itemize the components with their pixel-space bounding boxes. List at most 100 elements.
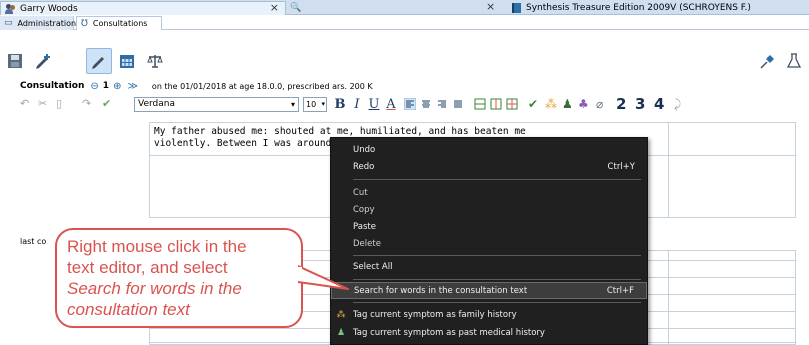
administration-icon: ▭ <box>4 18 13 28</box>
menu-item-copy[interactable]: Copy <box>331 201 647 218</box>
redo-icon[interactable]: ↷ <box>82 97 91 110</box>
family-history-icon: ⁂ <box>336 309 346 320</box>
patient-sub-tab-bar: ▭ Administration ℧ Consultations <box>0 16 809 30</box>
close-icon[interactable]: × <box>486 0 495 13</box>
menu-separator <box>353 255 641 256</box>
heading-4-button[interactable]: 4 <box>654 95 664 113</box>
align-left-icon[interactable] <box>404 98 416 110</box>
add-edit-icon[interactable] <box>30 48 56 74</box>
page-break-icon[interactable]: ⤸ <box>674 97 681 112</box>
italic-button[interactable]: I <box>350 96 364 113</box>
check-down-icon[interactable]: ✔ <box>102 97 111 110</box>
align-right-icon[interactable] <box>436 98 448 110</box>
menu-item-delete[interactable]: Delete <box>331 235 647 252</box>
menu-item-label: Cut <box>353 187 368 198</box>
menu-item-cut[interactable]: Cut <box>331 184 647 201</box>
expand-icon[interactable]: ≫ <box>127 81 137 92</box>
menu-item-paste[interactable]: Paste <box>331 218 647 235</box>
font-family-value: Verdana <box>138 99 175 109</box>
document-tab-bar: Garry Woods × 🔍 × Synthesis Treasure Edi… <box>0 0 809 15</box>
menu-item-label: Undo <box>353 144 376 155</box>
callout-text: Right mouse click in the text editor, an… <box>67 236 299 320</box>
main-toolbar <box>0 48 809 76</box>
tab-label: Consultations <box>92 19 148 28</box>
consultation-number: 1 <box>102 81 110 91</box>
tab-patient-garry-woods[interactable]: Garry Woods × <box>0 1 286 15</box>
heading-2-button[interactable]: 2 <box>616 95 626 113</box>
family-history-icon[interactable]: ⁂ <box>545 97 557 111</box>
close-icon[interactable]: × <box>270 1 279 14</box>
previous-consultation-icon[interactable]: ⊖ <box>90 81 98 92</box>
underline-button[interactable]: U <box>367 96 381 113</box>
editor-line: violently. Between I was around 1 <box>154 138 343 149</box>
tab-label: Administration <box>17 18 77 28</box>
tab-search[interactable]: 🔍 <box>287 1 305 15</box>
menu-item-search-words[interactable]: Search for words in the consultation tex… <box>331 282 647 299</box>
callout-line: Search for words in the <box>67 279 242 298</box>
format-toolbar: ↶ ✂ ▯ ↷ ✔ Verdana ▾ 10 ▾ B I U A ✔ ⁂ ♟ ♣… <box>0 95 809 114</box>
align-justify-icon[interactable] <box>452 98 464 110</box>
table-column-divider <box>668 123 669 217</box>
patient-icon <box>5 3 17 14</box>
cut-icon[interactable]: ✂ <box>38 97 47 110</box>
medical-history-icon: ♟ <box>336 327 346 338</box>
balance-icon[interactable] <box>142 48 168 74</box>
pin-icon[interactable] <box>755 48 781 74</box>
edit-icon[interactable] <box>86 48 112 74</box>
medical-history-icon[interactable]: ♟ <box>562 97 573 111</box>
paste-icon[interactable]: ▯ <box>56 97 62 110</box>
consultation-navigator: Consultation ⊖ 1 ⊕ ≫ on the 01/01/2018 a… <box>0 79 373 93</box>
tab-consultations[interactable]: ℧ Consultations <box>76 16 162 30</box>
table-insert-icon[interactable] <box>474 98 486 110</box>
tab-synthesis-repertory[interactable]: × Synthesis Treasure Edition 2009V (SCHR… <box>480 0 809 15</box>
stethoscope-icon: ℧ <box>81 18 88 29</box>
instruction-callout: Right mouse click in the text editor, an… <box>55 228 303 328</box>
menu-item-tag-past-medical-history[interactable]: ♟ Tag current symptom as past medical hi… <box>331 324 647 341</box>
menu-item-label: Select All <box>353 261 393 272</box>
menu-separator <box>353 302 641 303</box>
tag-icon[interactable]: ♣ <box>578 97 589 111</box>
tab-title: Synthesis Treasure Edition 2009V (SCHROY… <box>526 3 751 13</box>
next-consultation-icon[interactable]: ⊕ <box>113 81 121 92</box>
bold-button[interactable]: B <box>333 96 347 113</box>
menu-item-label: Paste <box>353 221 376 232</box>
menu-item-undo[interactable]: Undo <box>331 141 647 158</box>
undo-icon[interactable]: ↶ <box>20 97 29 110</box>
menu-item-label: Redo <box>353 161 375 172</box>
callout-line: consultation text <box>67 300 190 319</box>
table-column-divider <box>668 251 669 344</box>
menu-item-tag-family-history[interactable]: ⁂ Tag current symptom as family history <box>331 306 647 323</box>
book-icon <box>512 3 521 13</box>
menu-item-label: Copy <box>353 204 375 215</box>
menu-separator <box>353 179 641 180</box>
callout-pointer <box>298 265 349 290</box>
font-family-select[interactable]: Verdana ▾ <box>134 97 299 112</box>
align-center-icon[interactable] <box>420 98 432 110</box>
menu-separator <box>353 279 641 280</box>
chevron-down-icon: ▾ <box>321 100 325 108</box>
table-delete-icon[interactable] <box>506 98 518 110</box>
font-size-select[interactable]: 10 ▾ <box>303 97 327 112</box>
save-icon[interactable] <box>2 48 28 74</box>
menu-item-label: Delete <box>353 238 381 249</box>
text-color-button[interactable]: A <box>384 96 398 113</box>
menu-item-shortcut: Ctrl+F <box>606 285 634 296</box>
chevron-down-icon: ▾ <box>290 100 295 109</box>
tab-title: Garry Woods <box>20 3 78 14</box>
table-row-icon[interactable] <box>490 98 502 110</box>
calendar-icon[interactable] <box>114 48 140 74</box>
font-size-value: 10 <box>306 100 317 109</box>
check-circle-icon[interactable]: ✔ <box>528 97 538 111</box>
context-menu: Undo Redo Ctrl+Y Cut Copy Paste Delete S… <box>330 137 648 345</box>
attachment-icon[interactable]: ⌀ <box>596 97 603 111</box>
tab-administration[interactable]: ▭ Administration <box>0 16 77 30</box>
search-icon: 🔍 <box>290 3 302 13</box>
menu-item-label: Tag current symptom as past medical hist… <box>353 327 545 338</box>
callout-line: text editor, and select <box>67 258 228 277</box>
flask-icon[interactable] <box>781 48 807 74</box>
editor-line: My father abused me: shouted at me, humi… <box>154 126 526 137</box>
section-label: last co <box>20 237 47 246</box>
menu-item-select-all[interactable]: Select All <box>331 258 647 275</box>
menu-item-redo[interactable]: Redo Ctrl+Y <box>331 158 647 175</box>
heading-3-button[interactable]: 3 <box>635 95 645 113</box>
